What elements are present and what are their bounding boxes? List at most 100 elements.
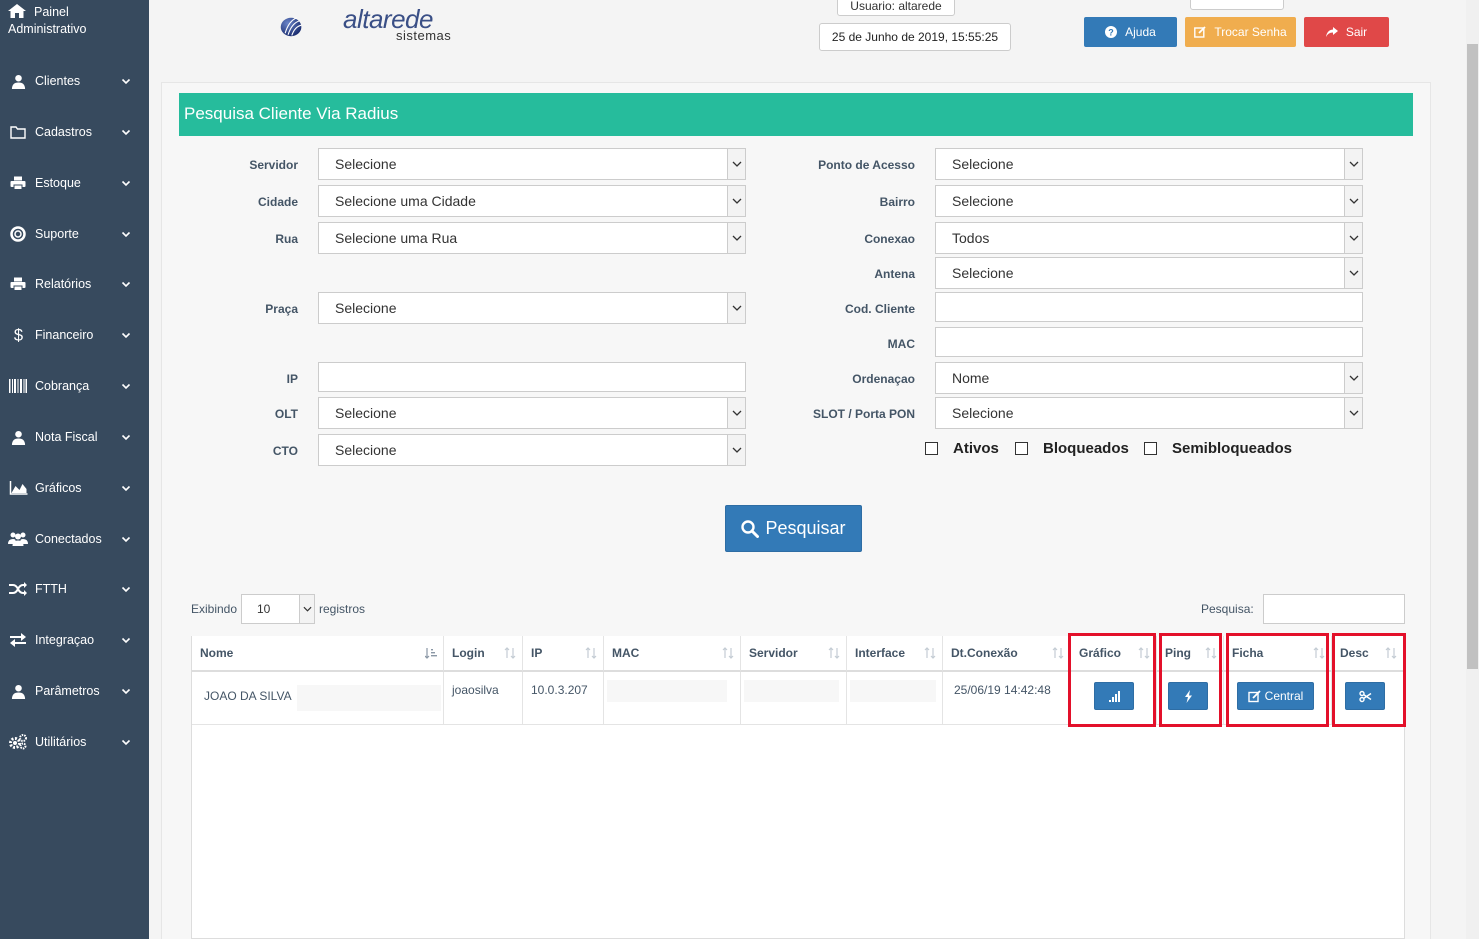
cod-cliente-input[interactable] <box>935 292 1363 322</box>
sidebar-item-nota-fiscal[interactable]: Nota Fiscal <box>0 422 149 452</box>
th-dt-conexao[interactable]: Dt.Conexão <box>943 636 1071 672</box>
olt-select[interactable]: Selecione <box>318 397 746 429</box>
brand-line-1: Painel <box>34 5 69 19</box>
cell-dt-text: 25/06/19 14:42:48 <box>954 683 1051 697</box>
blurred-field <box>850 680 936 702</box>
conexao-select[interactable]: Todos <box>935 222 1363 254</box>
sidebar-brand[interactable]: Painel Administrativo <box>8 4 146 38</box>
cto-label: CTO <box>272 444 298 458</box>
th-login[interactable]: Login <box>444 636 523 672</box>
slot-porta-select[interactable]: Selecione <box>935 397 1363 429</box>
page-scrollbar-thumb[interactable] <box>1467 44 1478 669</box>
cidade-label: Cidade <box>257 195 298 209</box>
sidebar-item-utilitarios[interactable]: Utilitários <box>0 727 149 757</box>
sort-icon <box>828 647 840 659</box>
chevron-down-icon <box>727 149 745 179</box>
sidebar-item-label: Parâmetros <box>35 684 100 698</box>
antena-select[interactable]: Selecione <box>935 257 1363 289</box>
records-label: registros <box>319 602 366 616</box>
sidebar-item-label: Cadastros <box>35 125 92 139</box>
exit-label: Sair <box>1345 25 1368 39</box>
sidebar-item-label: Gráficos <box>35 481 82 495</box>
th-login-label: Login <box>452 646 485 660</box>
semibloqueados-checkbox[interactable] <box>1144 442 1157 455</box>
chevron-down-icon <box>1344 223 1362 253</box>
sidebar-item-graficos[interactable]: Gráficos <box>0 473 149 503</box>
chevron-down-icon <box>121 281 131 288</box>
page-size-select[interactable]: 10 <box>241 594 315 624</box>
page-size-value: 10 <box>257 602 271 616</box>
slot-porta-value: Selecione <box>952 405 1014 421</box>
change-password-button[interactable]: Trocar Senha <box>1185 17 1296 47</box>
chevron-down-icon <box>121 434 131 441</box>
cidade-value: Selecione uma Cidade <box>335 193 476 209</box>
table-search-input[interactable] <box>1263 594 1405 624</box>
servidor-value: Selecione <box>335 156 397 172</box>
chevron-down-icon <box>1344 363 1362 393</box>
th-mac[interactable]: MAC <box>604 636 741 672</box>
home-icon <box>8 4 26 18</box>
sidebar-item-conectados[interactable]: Conectados <box>0 524 149 554</box>
blurred-field <box>607 680 727 702</box>
sidebar-item-relatorios[interactable]: Relatórios <box>0 269 149 299</box>
chevron-down-icon <box>121 739 131 746</box>
sort-icon <box>504 647 516 659</box>
search-button[interactable]: Pesquisar <box>725 505 862 552</box>
th-servidor[interactable]: Servidor <box>741 636 847 672</box>
highlight-desc-column <box>1332 633 1406 727</box>
ordenacao-select[interactable]: Nome <box>935 362 1363 394</box>
ip-label: IP <box>286 372 298 386</box>
share-icon <box>1325 27 1338 37</box>
sidebar: Painel Administrativo Clientes Cadastros E… <box>0 0 149 939</box>
ativos-checkbox[interactable] <box>925 442 938 455</box>
servidor-select[interactable]: Selecione <box>318 148 746 180</box>
sidebar-item-clientes[interactable]: Clientes <box>0 66 149 96</box>
blurred-field <box>297 685 441 711</box>
help-button[interactable]: ? Ajuda <box>1084 17 1177 47</box>
rua-value: Selecione uma Rua <box>335 230 458 246</box>
chevron-down-icon <box>121 637 131 644</box>
mac-label: MAC <box>887 337 915 351</box>
sidebar-item-integracao[interactable]: Integraçao <box>0 625 149 655</box>
ip-input[interactable] <box>318 362 746 392</box>
th-ip[interactable]: IP <box>523 636 604 672</box>
sidebar-item-cadastros[interactable]: Cadastros <box>0 117 149 147</box>
bairro-select[interactable]: Selecione <box>935 185 1363 217</box>
sidebar-item-label: Conectados <box>35 532 102 546</box>
th-mac-label: MAC <box>612 646 640 660</box>
praca-value: Selecione <box>335 300 397 316</box>
printer-icon <box>8 174 28 192</box>
sidebar-item-ftth[interactable]: FTTH <box>0 574 149 604</box>
sidebar-item-estoque[interactable]: Estoque <box>0 168 149 198</box>
cogs-icon <box>8 733 28 751</box>
praca-label: Praça <box>265 302 298 316</box>
chevron-down-icon <box>1344 398 1362 428</box>
chevron-down-icon <box>121 383 131 390</box>
sidebar-item-financeiro[interactable]: $ Financeiro <box>0 320 149 350</box>
exit-button[interactable]: Sair <box>1304 17 1389 47</box>
ponto-acesso-select[interactable]: Selecione <box>935 148 1363 180</box>
change-password-label: Trocar Senha <box>1214 25 1287 39</box>
chevron-down-icon <box>727 435 745 465</box>
th-interface[interactable]: Interface <box>847 636 943 672</box>
sidebar-item-cobranca[interactable]: Cobrança <box>0 371 149 401</box>
logo-subtitle: sistemas <box>396 28 452 43</box>
sidebar-item-parametros[interactable]: Parâmetros <box>0 676 149 706</box>
th-nome[interactable]: Nome <box>192 636 444 672</box>
rua-select[interactable]: Selecione uma Rua <box>318 222 746 254</box>
sort-icon <box>585 647 597 659</box>
praca-select[interactable]: Selecione <box>318 292 746 324</box>
printer-icon <box>8 275 28 293</box>
cod-cliente-label: Cod. Cliente <box>844 302 915 316</box>
cidade-select[interactable]: Selecione uma Cidade <box>318 185 746 217</box>
sort-icon <box>1052 647 1064 659</box>
blurred-field <box>744 680 839 702</box>
sidebar-item-label: Suporte <box>35 227 79 241</box>
sidebar-item-suporte[interactable]: Suporte <box>0 219 149 249</box>
cto-select[interactable]: Selecione <box>318 434 746 466</box>
mac-input[interactable] <box>935 327 1363 357</box>
cell-dt-conexao: 25/06/19 14:42:48 <box>943 672 1071 725</box>
sidebar-item-label: Nota Fiscal <box>35 430 98 444</box>
bloqueados-checkbox[interactable] <box>1015 442 1028 455</box>
bloqueados-label: Bloqueados <box>1043 440 1129 457</box>
